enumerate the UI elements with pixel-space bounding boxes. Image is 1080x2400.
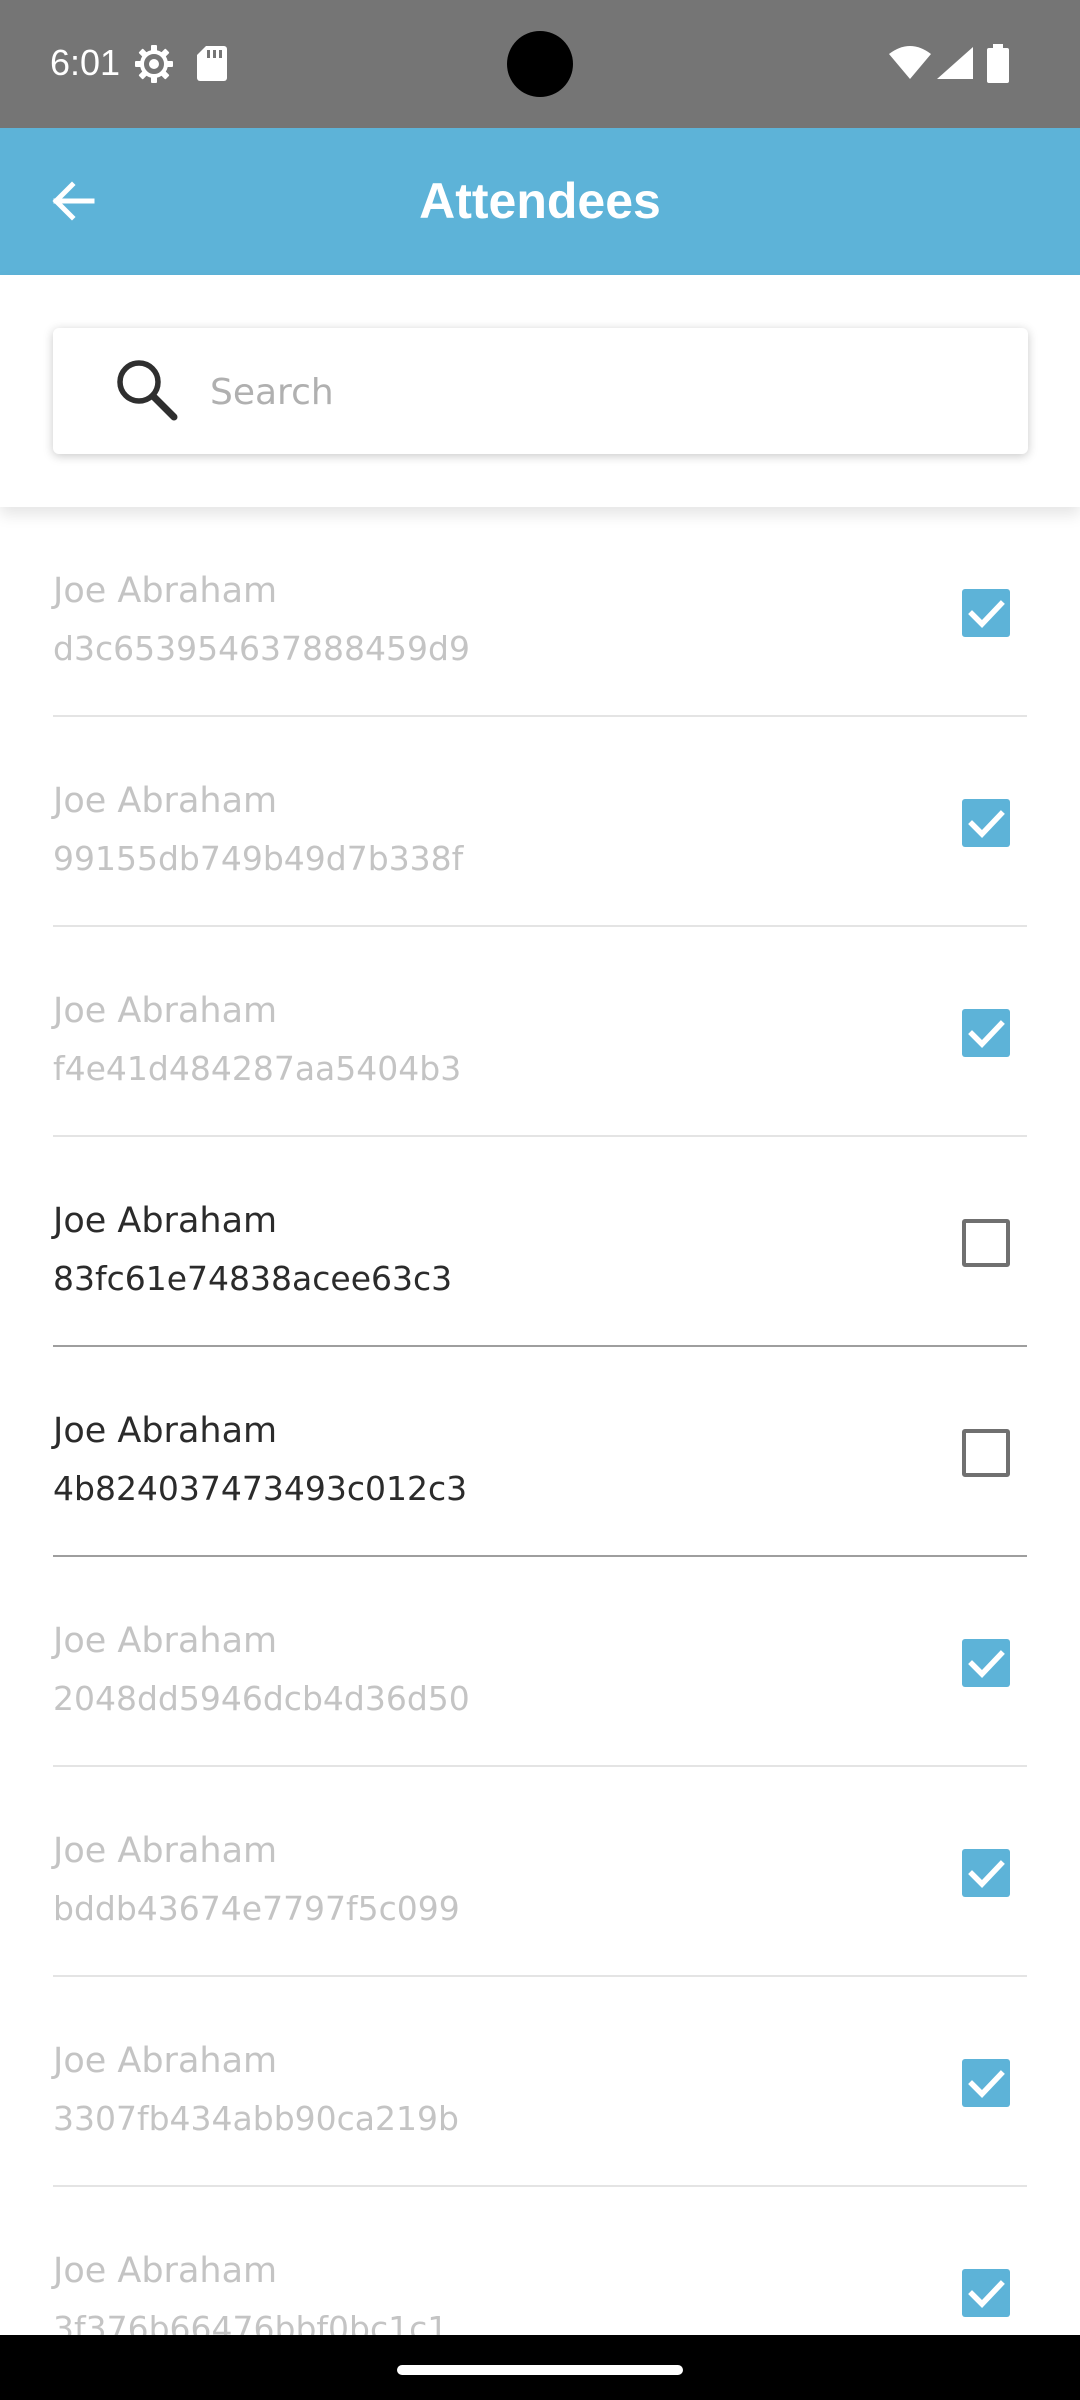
attendee-name: Joe Abraham bbox=[53, 781, 278, 821]
status-bar: 6:01 bbox=[0, 0, 1080, 128]
checkmark-icon bbox=[968, 1020, 1005, 1048]
attendee-id: f4e41d484287aa5404b3 bbox=[53, 1049, 462, 1088]
attendee-row[interactable]: Joe Abraham 3307fb434abb90ca219b bbox=[0, 1977, 1080, 2187]
checked-checkbox[interactable] bbox=[962, 1639, 1010, 1687]
search-bar[interactable] bbox=[53, 328, 1028, 454]
attendee-row[interactable]: Joe Abraham 99155db749b49d7b338f bbox=[0, 717, 1080, 927]
wifi-icon bbox=[888, 46, 932, 84]
attendee-id: 4b824037473493c012c3 bbox=[53, 1469, 468, 1508]
checked-checkbox[interactable] bbox=[962, 2269, 1010, 2317]
attendee-name: Joe Abraham bbox=[53, 1201, 278, 1241]
attendee-row[interactable]: Joe Abraham 3f376b66476bbf0bc1c1 bbox=[0, 2187, 1080, 2335]
checked-checkbox[interactable] bbox=[962, 799, 1010, 847]
checkmark-icon bbox=[968, 600, 1005, 628]
checked-checkbox[interactable] bbox=[962, 2059, 1010, 2107]
attendee-name: Joe Abraham bbox=[53, 1831, 278, 1871]
checkmark-icon bbox=[968, 2070, 1005, 2098]
attendee-row[interactable]: Joe Abraham 4b824037473493c012c3 bbox=[0, 1347, 1080, 1557]
navigation-bar bbox=[0, 2335, 1080, 2400]
arrow-left-icon bbox=[48, 176, 98, 230]
checked-checkbox[interactable] bbox=[962, 1849, 1010, 1897]
search-input[interactable] bbox=[208, 351, 992, 433]
attendee-id: bddb43674e7797f5c099 bbox=[53, 1889, 460, 1928]
app-bar: Attendees bbox=[0, 128, 1080, 275]
attendee-name: Joe Abraham bbox=[53, 2251, 278, 2291]
attendee-row[interactable]: Joe Abraham 83fc61e74838acee63c3 bbox=[0, 1137, 1080, 1347]
unchecked-checkbox[interactable] bbox=[962, 1219, 1010, 1267]
attendee-id: 3f376b66476bbf0bc1c1 bbox=[53, 2309, 449, 2335]
attendee-row[interactable]: Joe Abraham f4e41d484287aa5404b3 bbox=[0, 927, 1080, 1137]
home-gesture-handle[interactable] bbox=[397, 2365, 683, 2375]
checked-checkbox[interactable] bbox=[962, 1009, 1010, 1057]
attendee-list[interactable]: Joe Abraham d3c653954637888459d9 Joe Abrah… bbox=[0, 507, 1080, 2335]
search-icon bbox=[113, 356, 179, 426]
attendee-row[interactable]: Joe Abraham 2048dd5946dcb4d36d50 bbox=[0, 1557, 1080, 1767]
attendee-name: Joe Abraham bbox=[53, 1621, 278, 1661]
attendee-row[interactable]: Joe Abraham d3c653954637888459d9 bbox=[0, 507, 1080, 717]
attendee-id: 3307fb434abb90ca219b bbox=[53, 2099, 459, 2138]
attendee-name: Joe Abraham bbox=[53, 571, 278, 611]
attendee-id: 2048dd5946dcb4d36d50 bbox=[53, 1679, 470, 1718]
back-button[interactable] bbox=[30, 160, 116, 246]
checkmark-icon bbox=[968, 1860, 1005, 1888]
attendee-id: d3c653954637888459d9 bbox=[53, 629, 470, 668]
checkmark-icon bbox=[968, 2280, 1005, 2308]
unchecked-checkbox[interactable] bbox=[962, 1429, 1010, 1477]
battery-icon bbox=[986, 44, 1010, 88]
attendee-id: 99155db749b49d7b338f bbox=[53, 839, 464, 878]
attendee-id: 83fc61e74838acee63c3 bbox=[53, 1259, 453, 1298]
checkmark-icon bbox=[968, 810, 1005, 838]
attendee-name: Joe Abraham bbox=[53, 1411, 278, 1451]
attendee-name: Joe Abraham bbox=[53, 991, 278, 1031]
search-section bbox=[0, 275, 1080, 507]
checked-checkbox[interactable] bbox=[962, 589, 1010, 637]
checkmark-icon bbox=[968, 1650, 1005, 1678]
signal-icon bbox=[936, 46, 974, 84]
attendee-name: Joe Abraham bbox=[53, 2041, 278, 2081]
status-time: 6:01 bbox=[50, 42, 121, 83]
camera-cutout bbox=[507, 31, 573, 97]
attendee-row[interactable]: Joe Abraham bddb43674e7797f5c099 bbox=[0, 1767, 1080, 1977]
gear-icon bbox=[134, 44, 174, 88]
sd-card-icon bbox=[196, 44, 228, 86]
page-title: Attendees bbox=[419, 173, 661, 229]
